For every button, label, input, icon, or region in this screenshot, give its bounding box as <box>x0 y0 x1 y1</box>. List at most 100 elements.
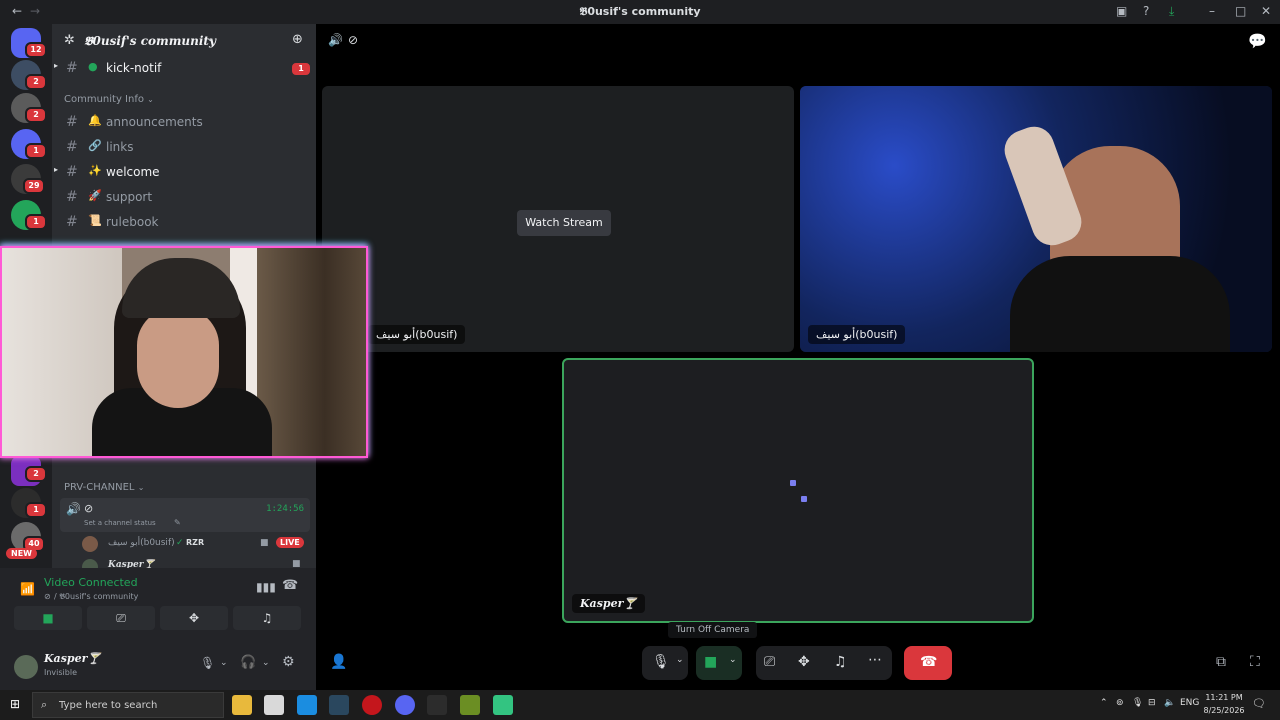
watch-stream-button[interactable]: Watch Stream <box>517 210 611 236</box>
camera-control[interactable]: ■ ⌄ <box>696 646 742 680</box>
steam-icon[interactable] <box>329 695 349 715</box>
more-icon[interactable]: ⋯ <box>868 652 882 668</box>
windows-start-icon[interactable]: ⊞ <box>10 697 20 711</box>
voice-stage: 🔊 ⊘ 💬 Watch Stream أبو سيف(b0usif) أبو س… <box>316 24 1280 690</box>
link-icon: 🔗 <box>88 139 102 152</box>
camera-tile-self[interactable]: 𝑲𝒂𝒔𝒑𝒆𝒓🍸 <box>562 358 1034 623</box>
tray-app-icon[interactable]: ⊚ <box>1116 698 1124 708</box>
screen-share-button[interactable]: ⎚ <box>87 606 155 630</box>
voice-member-b0usif[interactable]: أبو سيف(b0usif) ✓ RZR ■ LIVE <box>82 536 308 554</box>
activities-button[interactable]: ✥ <box>160 606 228 630</box>
network-icon[interactable]: ⊟ <box>1148 698 1156 708</box>
participant-label: أبو سيف(b0usif) <box>808 325 906 344</box>
channel-kick-notif[interactable]: ▸ # ● kick-notif 1 <box>54 57 312 79</box>
screen-share-icon[interactable]: ⎚ <box>764 654 775 670</box>
channel-label: rulebook <box>106 215 159 229</box>
guild-header[interactable]: ✲ 𝕭0usif's community ⌄ ⊕ <box>52 24 316 58</box>
channel-label: support <box>106 190 153 204</box>
server-icon[interactable]: 2 <box>11 456 47 486</box>
noise-suppression-icon[interactable]: ▮▮▮ <box>256 580 276 594</box>
channel-links[interactable]: # 🔗 links <box>60 136 310 158</box>
stream-tile[interactable]: Watch Stream أبو سيف(b0usif) <box>322 86 794 352</box>
channel-rulebook[interactable]: # 📜 rulebook <box>60 211 310 233</box>
b0usif-server-icon[interactable]: 1 <box>11 488 47 518</box>
hashtag-icon: # <box>66 189 78 205</box>
microphone-icon[interactable]: 🎙 <box>200 656 215 670</box>
speaker-icon: 🔊 <box>328 33 343 47</box>
expand-arrow-icon: ▸ <box>54 61 59 70</box>
channel-status-hint[interactable]: Set a channel status <box>84 519 156 527</box>
category-prv-channel[interactable]: PRV-CHANNEL ⌄ <box>64 482 144 493</box>
chevron-down-icon[interactable]: ⌄ <box>220 658 228 668</box>
taskbar-search[interactable]: ⌕ Type here to search <box>32 692 224 718</box>
tray-chevron-icon[interactable]: ⌃ <box>1100 698 1108 708</box>
avatar[interactable] <box>14 655 38 679</box>
speaker-icon: 🔊 <box>66 502 81 516</box>
chevron-down-icon[interactable]: ⌄ <box>262 658 270 668</box>
fullscreen-icon[interactable]: ⛶ <box>1250 654 1260 670</box>
volume-icon[interactable]: 🔈 <box>1164 698 1175 708</box>
store-icon[interactable] <box>264 695 284 715</box>
app-icon[interactable] <box>493 695 513 715</box>
notification-icon[interactable]: 🗨 <box>1252 697 1266 710</box>
headphones-icon[interactable]: 🎧 <box>240 655 256 670</box>
chevron-down-icon[interactable]: ⌄ <box>676 655 684 665</box>
soundboard-icon[interactable]: ♫ <box>834 654 847 670</box>
pop-out-icon[interactable]: ⧉ <box>1216 654 1226 670</box>
loading-dot <box>790 480 796 486</box>
mail-icon[interactable] <box>297 695 317 715</box>
connection-channel[interactable]: / 𝕭0usif's community <box>54 592 138 602</box>
dm-home-icon[interactable]: 12 <box>11 28 47 58</box>
file-explorer-icon[interactable] <box>232 695 252 715</box>
tray-mic-icon[interactable]: 🎙 <box>1132 698 1143 708</box>
discord-app-icon[interactable] <box>395 695 415 715</box>
connection-status[interactable]: Video Connected <box>44 576 138 589</box>
clock-date[interactable]: 8/25/2026 <box>1202 706 1246 715</box>
channel-label: welcome <box>106 165 160 179</box>
invite-icon[interactable]: ⊕ <box>292 32 303 47</box>
close-icon[interactable]: ✕ <box>1261 4 1271 18</box>
channel-announcements[interactable]: # 🔔 announcements <box>60 111 310 133</box>
user-panel: 𝑲𝒂𝒔𝒑𝒆𝒓🍸 Invisible 🎙 ⌄ 🎧 ⌄ ⚙ <box>0 640 316 690</box>
channel-welcome[interactable]: ▸ # ✨ welcome <box>54 161 310 183</box>
soundboard-icon: ♫ <box>261 611 273 625</box>
inbox-icon[interactable]: ▣ <box>1116 4 1127 18</box>
disconnect-button[interactable]: ☎ <box>904 646 952 680</box>
microphone-control[interactable]: 🎙 ⌄ <box>642 646 688 680</box>
help-icon[interactable]: ? <box>1143 4 1149 18</box>
camera-button[interactable]: ■ <box>14 606 82 630</box>
category-community-info[interactable]: Community Info ⌄ <box>64 94 154 105</box>
server-badge: 1 <box>25 214 47 230</box>
channel-support[interactable]: # 🚀 support <box>60 186 310 208</box>
invite-user-icon[interactable]: 👤 <box>330 654 347 670</box>
language-indicator[interactable]: ENG <box>1180 698 1199 708</box>
server-icon[interactable]: 2 <box>11 60 47 90</box>
discord-server-icon[interactable]: 1 <box>11 129 47 159</box>
minimize-icon[interactable]: – <box>1209 4 1215 18</box>
gear-icon[interactable]: ⚙ <box>282 654 295 670</box>
sparkles-icon: ✨ <box>88 164 102 177</box>
camera-icon: ■ <box>42 611 54 625</box>
chat-icon[interactable]: 💬 <box>1248 32 1267 50</box>
edit-icon: ✎ <box>174 518 181 527</box>
clock-time[interactable]: 11:21 PM <box>1204 693 1244 702</box>
window-title: 𝕭0usif's community <box>579 5 701 18</box>
role-icon: ✓ <box>176 538 184 548</box>
soundboard-button[interactable]: ♫ <box>233 606 301 630</box>
camera-tile-b0usif[interactable]: أبو سيف(b0usif) <box>800 86 1272 352</box>
chevron-down-icon[interactable]: ⌄ <box>729 655 737 665</box>
vpn-icon[interactable] <box>460 695 480 715</box>
activities-icon[interactable]: ✥ <box>798 654 810 670</box>
voice-channel-row[interactable]: 🔊 ⊘ 1:24:56 Set a channel status ✎ <box>60 498 310 532</box>
avatar <box>82 536 98 552</box>
disconnect-icon[interactable]: ☎ <box>282 578 298 593</box>
add-friend-server-icon[interactable]: 1 <box>11 200 47 230</box>
maximize-icon[interactable]: □ <box>1235 4 1246 18</box>
server-icon[interactable]: 2 <box>11 93 47 123</box>
download-icon[interactable]: ⤓ <box>1169 4 1174 19</box>
shield-icon[interactable] <box>427 695 447 715</box>
server-icon[interactable]: 29 <box>11 164 45 194</box>
hashtag-icon: # <box>66 164 78 180</box>
call-actions: ⎚ ✥ ♫ ⋯ <box>756 646 892 680</box>
opera-icon[interactable] <box>362 695 382 715</box>
